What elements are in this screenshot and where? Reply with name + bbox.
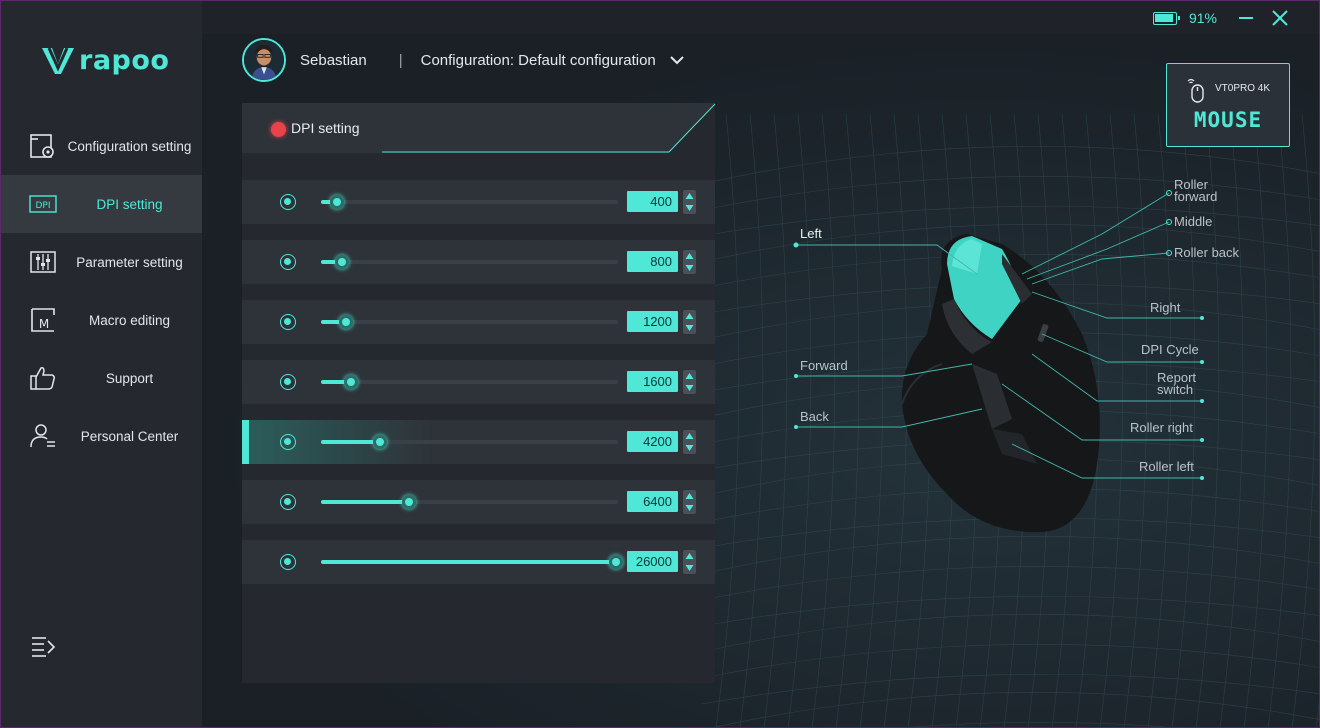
macro-icon: M [31,308,55,332]
callout-middle-button[interactable]: Middle [1174,214,1212,229]
callout-report-switch-line2[interactable]: switch [1157,382,1193,397]
mouse-body [901,234,1100,533]
callout-dpi-cycle[interactable]: DPI Cycle [1141,342,1199,357]
dpi-icon: DPI [29,195,57,213]
configuration-icon [30,134,54,158]
sidebar-nav: Configuration setting DPI DPI setting Pa… [1,117,202,465]
battery-status: 91% [1152,10,1217,26]
sidebar: rapoo Configuration setting DPI DPI sett… [1,1,202,727]
sliders-icon [30,251,56,273]
minimize-button[interactable] [1237,9,1255,27]
sidebar-item-label: Personal Center [80,428,179,444]
logo-text: rapoo [79,45,170,76]
svg-text:DPI: DPI [35,201,50,211]
sidebar-item-label: Parameter setting [76,254,183,270]
callout-back-button[interactable]: Back [800,409,829,424]
battery-icon [1152,11,1180,25]
callout-roller-right[interactable]: Roller right [1130,420,1193,435]
person-icon [30,424,55,448]
rapoo-logo-mark-icon [42,46,74,74]
callout-left-button[interactable]: Left [800,226,822,241]
sidebar-item-support[interactable]: Support [1,349,202,407]
title-bar: 91% [202,1,1319,34]
callout-right-button[interactable]: Right [1150,300,1180,315]
sidebar-item-label: Macro editing [88,312,171,328]
sidebar-item-macro-editing[interactable]: M Macro editing [1,291,202,349]
thumbs-up-icon [30,367,55,390]
menu-collapse-icon[interactable] [31,635,57,659]
rapoo-logo: rapoo [41,45,169,76]
sidebar-item-dpi-setting[interactable]: DPI DPI setting [1,175,202,233]
sidebar-item-label: Configuration setting [67,138,192,154]
callout-roller-forward-line2[interactable]: forward [1174,189,1217,204]
callout-roller-left[interactable]: Roller left [1139,459,1194,474]
sidebar-item-label: DPI setting [96,196,163,212]
battery-fill [1155,14,1173,22]
sidebar-item-configuration-setting[interactable]: Configuration setting [1,117,202,175]
mouse-diagram [793,190,1204,533]
svg-text:M: M [39,317,49,331]
callout-roller-back[interactable]: Roller back [1174,245,1239,260]
app-window: rapoo Configuration setting DPI DPI sett… [0,0,1320,728]
sidebar-item-personal-center[interactable]: Personal Center [1,407,202,465]
main-content: Sebastian | Configuration: Default confi… [202,34,1319,727]
battery-percent: 91% [1188,10,1217,26]
close-button[interactable] [1271,9,1289,27]
sidebar-item-parameter-setting[interactable]: Parameter setting [1,233,202,291]
sidebar-item-label: Support [105,370,154,386]
callout-forward-button[interactable]: Forward [800,358,848,373]
